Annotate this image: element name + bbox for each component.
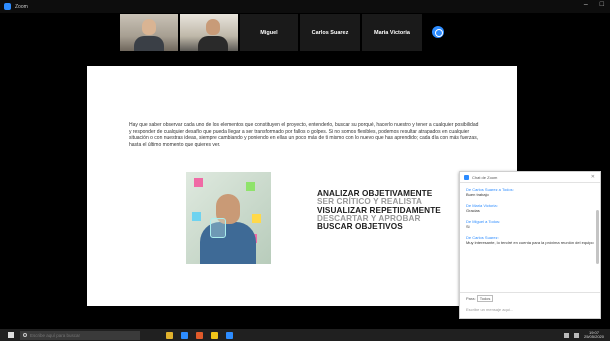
volume-icon[interactable] [573,332,579,338]
recipient-label: Para: [466,296,476,301]
clock-date: 25/05/2020 [583,334,604,339]
glass [210,218,226,238]
sticky-note [194,178,203,187]
message-text: Muy interesante, lo tendré en cuenta par… [466,240,594,245]
participant-tile-carlos[interactable]: Carlos Suarez [300,14,360,51]
chat-footer: Para: Todos Escribe un mensaje aquí... [460,292,600,318]
recipient-dropdown[interactable]: Todos [476,295,494,302]
taskbar-app-icon[interactable] [226,331,233,339]
message-text: Buen trabajo [466,192,489,197]
taskbar-app-icon[interactable] [166,331,173,339]
message-text: Si [466,224,470,229]
window-title: Zoom [15,3,28,10]
taskbar-search[interactable] [20,330,140,340]
taskbar-apps [166,331,233,339]
person-body [200,222,256,264]
chat-title: Chat de Zoom [472,174,498,180]
taskbar-app-icon[interactable] [196,331,203,339]
participant-video-tile[interactable] [180,14,238,51]
chat-recipient: Para: Todos [466,295,594,302]
maximize-button[interactable]: □ [600,1,604,8]
title-bar: Zoom – □ [0,0,610,13]
system-tray: 19:07 25/05/2020 [563,331,604,339]
participant-video-tile[interactable] [120,14,178,51]
taskbar-app-icon[interactable] [181,331,188,339]
taskbar-search-input[interactable] [30,332,130,338]
windows-start-button[interactable] [8,332,14,338]
participant-name: Miguel [260,29,278,36]
chat-header: Chat de Zoom ✕ [460,172,600,183]
network-icon[interactable] [563,332,569,338]
sticky-note [246,182,255,191]
slide-bullet-list: ANALIZAR OBJETIVAMENTE SER CRÍTICO Y REA… [317,189,441,232]
shared-screen-slide: Hay que saber observar cada uno de los e… [87,66,517,306]
chat-message: De Maria Victoria: Gracias [466,203,594,213]
search-icon [23,333,27,337]
sticky-note [252,214,261,223]
chat-scrollbar[interactable] [596,210,599,264]
window-controls: – □ [584,1,604,8]
participant-name: Carlos Suarez [311,29,349,36]
chat-message: De Carlos Suarez: Muy interesante, lo te… [466,235,594,245]
windows-taskbar: 19:07 25/05/2020 [0,329,610,341]
sticky-note [192,212,201,221]
taskbar-app-icon[interactable] [211,331,218,339]
chat-message: De Miguel a Todos: Si [466,219,594,229]
bullet-line: BUSCAR OBJETIVOS [317,222,403,232]
close-icon[interactable]: ✕ [591,174,595,180]
participant-video-strip: Miguel Carlos Suarez Maria Victoria [120,14,444,51]
next-participants-button[interactable] [432,26,444,38]
minimize-button[interactable]: – [584,1,588,8]
participant-tile-maria[interactable]: Maria Victoria [362,14,422,51]
participant-name: Maria Victoria [374,29,410,36]
chat-message-input[interactable]: Escribe un mensaje aquí... [466,307,594,312]
chat-messages: De Carlos Suarez a Todos: Buen trabajo D… [460,183,600,245]
zoom-app-icon [4,3,11,10]
slide-paragraph: Hay que saber observar cada uno de los e… [129,122,479,148]
slide-photo [186,172,271,264]
chat-icon [464,174,469,180]
chat-panel: Chat de Zoom ✕ De Carlos Suarez a Todos:… [459,171,601,319]
chat-message: De Carlos Suarez a Todos: Buen trabajo [466,187,594,197]
participant-tile-miguel[interactable]: Miguel [240,14,298,51]
taskbar-clock[interactable]: 19:07 25/05/2020 [584,331,604,339]
message-text: Gracias [466,208,480,213]
